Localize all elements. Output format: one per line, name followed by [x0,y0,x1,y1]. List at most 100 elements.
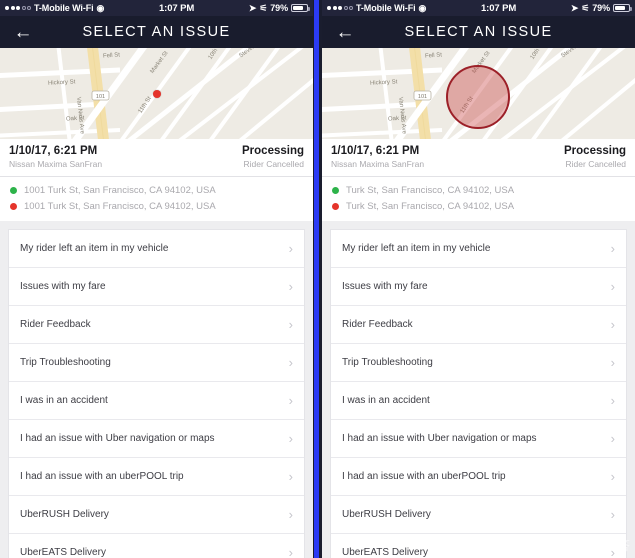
list-item[interactable]: Issues with my fare › [9,268,304,306]
list-item[interactable]: I had an issue with Uber navigation or m… [9,420,304,458]
trip-info-bar: 1/10/17, 6:21 PM Nissan Maxima SanFran P… [0,139,313,177]
list-item-label: Trip Troubleshooting [342,357,433,368]
signal-strength-icon [327,6,353,10]
chevron-right-icon: › [288,469,293,484]
chevron-right-icon: › [610,545,615,558]
list-item[interactable]: UberEATS Delivery › [9,534,304,558]
trip-substatus: Rider Cancelled [565,159,626,169]
chevron-right-icon: › [288,355,293,370]
chevron-right-icon: › [610,317,615,332]
trip-info-bar: 1/10/17, 6:21 PM Nissan Maxima SanFran P… [322,139,635,177]
list-item-label: UberRUSH Delivery [342,509,431,520]
road-label-fell: Fell St [424,52,443,60]
list-item[interactable]: Rider Feedback › [331,306,626,344]
list-item-label: UberEATS Delivery [342,547,428,558]
list-item-label: I was in an accident [20,395,108,406]
wifi-icon: ◉ [418,2,427,13]
battery-percent-label: 79% [592,3,610,13]
trip-info-right: Processing Rider Cancelled [564,145,626,169]
list-item[interactable]: I had an issue with an uberPOOL trip › [331,458,626,496]
pickup-address-label: 1001 Turk St, San Francisco, CA 94102, U… [24,184,216,196]
chevron-right-icon: › [288,279,293,294]
list-item-label: I had an issue with an uberPOOL trip [20,471,184,482]
list-item-label: Rider Feedback [20,319,91,330]
page-title: SELECT AN ISSUE [404,24,553,40]
chevron-right-icon: › [288,393,293,408]
battery-percent-label: 79% [270,3,288,13]
dropoff-address-row: 1001 Turk St, San Francisco, CA 94102, U… [10,198,303,214]
chevron-right-icon: › [610,469,615,484]
signal-strength-icon [5,6,31,10]
pickup-pin-icon [10,186,17,194]
issue-list: My rider left an item in my vehicle › Iss… [330,229,627,558]
trip-vehicle: Nissan Maxima SanFran [9,159,103,169]
list-item-label: UberRUSH Delivery [20,509,109,520]
list-item[interactable]: My rider left an item in my vehicle › [331,230,626,268]
pickup-address-row: Turk St, San Francisco, CA 94102, USA [332,182,625,198]
chevron-right-icon: › [288,507,293,522]
trip-date: 1/10/17, 6:21 PM [9,145,98,157]
map-pin-marker [153,90,161,98]
dropoff-address-label: 1001 Turk St, San Francisco, CA 94102, U… [24,200,216,212]
list-item-label: My rider left an item in my vehicle [20,243,169,254]
trip-status: Processing [242,145,304,157]
issue-list: My rider left an item in my vehicle › Iss… [8,229,305,558]
svg-text:101: 101 [418,94,427,100]
list-item[interactable]: Rider Feedback › [9,306,304,344]
chevron-right-icon: › [610,355,615,370]
list-item[interactable]: My rider left an item in my vehicle › [9,230,304,268]
list-item[interactable]: I had an issue with an uberPOOL trip › [9,458,304,496]
trip-map[interactable]: 101 Van Ness Ave Market St Hickory St Oa… [0,48,313,139]
list-item-label: Issues with my fare [342,281,428,292]
carrier-label: T-Mobile Wi-Fi [356,3,416,13]
panel-divider [313,0,322,558]
list-item[interactable]: Trip Troubleshooting › [9,344,304,382]
chevron-right-icon: › [610,241,615,256]
trip-vehicle: Nissan Maxima SanFran [331,159,425,169]
status-bar-left: T-Mobile Wi-Fi ◉ [327,3,426,13]
list-item-label: I was in an accident [342,395,430,406]
carrier-label: T-Mobile Wi-Fi [34,3,94,13]
trip-map[interactable]: 101 Van Ness Ave Market St Hickory St Oa… [322,48,635,139]
trip-status: Processing [564,145,626,157]
page-title: SELECT AN ISSUE [82,24,231,40]
road-label-oak: Oak St [65,115,85,123]
pickup-address-row: 1001 Turk St, San Francisco, CA 94102, U… [10,182,303,198]
trip-info-left: 1/10/17, 6:21 PM Nissan Maxima SanFran [9,145,102,169]
battery-icon [291,4,310,12]
wifi-icon: ◉ [96,2,105,13]
chevron-right-icon: › [610,279,615,294]
list-item[interactable]: I was in an accident › [331,382,626,420]
list-item[interactable]: UberRUSH Delivery › [9,496,304,534]
red-circle-annotation [446,65,510,129]
location-arrow-icon: ➤ [248,2,257,13]
address-list-right: Turk St, San Francisco, CA 94102, USA Tu… [322,177,635,221]
list-item[interactable]: UberEATS Delivery › [331,534,626,558]
issue-list-container: My rider left an item in my vehicle › Iss… [322,221,635,558]
list-item[interactable]: I was in an accident › [9,382,304,420]
status-bar: T-Mobile Wi-Fi ◉ 1:07 PM ➤ ⚟ 79% [322,0,635,16]
dropoff-pin-icon [332,202,339,210]
list-item-label: I had an issue with Uber navigation or m… [342,433,537,444]
dropoff-address-label: Turk St, San Francisco, CA 94102, USA [346,200,515,212]
dropoff-pin-icon [10,202,17,210]
list-item[interactable]: Trip Troubleshooting › [331,344,626,382]
svg-text:101: 101 [96,94,105,100]
list-item-label: UberEATS Delivery [20,547,106,558]
list-item[interactable]: Issues with my fare › [331,268,626,306]
pickup-pin-icon [332,186,339,194]
right-phone-screen: T-Mobile Wi-Fi ◉ 1:07 PM ➤ ⚟ 79% ← SELEC… [322,0,635,558]
location-arrow-icon: ➤ [570,2,579,13]
chevron-right-icon: › [288,317,293,332]
status-bar-left: T-Mobile Wi-Fi ◉ [5,3,104,13]
trip-info-left: 1/10/17, 6:21 PM Nissan Maxima SanFran [331,145,424,169]
list-item-label: Issues with my fare [20,281,106,292]
pickup-address-label: Turk St, San Francisco, CA 94102, USA [346,184,515,196]
bluetooth-icon: ⚟ [259,2,268,13]
status-bar: T-Mobile Wi-Fi ◉ 1:07 PM ➤ ⚟ 79% [0,0,313,16]
list-item[interactable]: I had an issue with Uber navigation or m… [331,420,626,458]
dropoff-address-row: Turk St, San Francisco, CA 94102, USA [332,198,625,214]
clock-label: 1:07 PM [480,2,517,14]
list-item[interactable]: UberRUSH Delivery › [331,496,626,534]
dual-screenshot-comparison: T-Mobile Wi-Fi ◉ 1:07 PM ➤ ⚟ 79% ← SELEC… [0,0,635,558]
